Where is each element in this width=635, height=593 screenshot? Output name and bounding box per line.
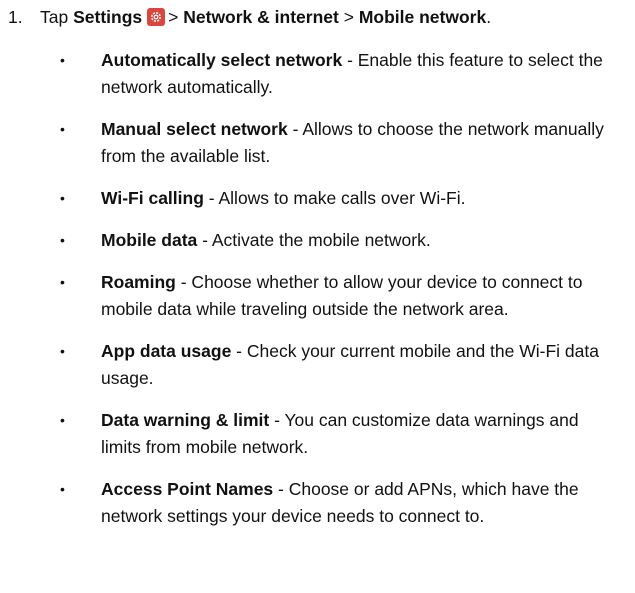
list-item: • Automatically select network - Enable …	[0, 47, 635, 101]
bullet-point: •	[60, 52, 65, 68]
list-item: • Data warning & limit - You can customi…	[0, 407, 635, 461]
path-settings: Settings	[73, 7, 143, 27]
path-mobile-network: Mobile network	[358, 7, 487, 27]
bullet-point: •	[60, 232, 65, 248]
option-title: Mobile data	[101, 230, 198, 250]
option-list: • Automatically select network - Enable …	[0, 47, 635, 545]
path-separator-1: >	[168, 7, 179, 27]
option-title: Data warning & limit	[101, 410, 270, 430]
bullet-point: •	[60, 481, 65, 497]
option-title: Manual select network	[101, 119, 288, 139]
list-item: • Roaming - Choose whether to allow your…	[0, 269, 635, 323]
step-end-period: .	[486, 7, 492, 27]
bullet-point: •	[60, 343, 65, 359]
bullet-point: •	[60, 190, 65, 206]
step-instruction: Tap Settings > Network & internet > Mobil…	[40, 4, 491, 31]
step-prefix: Tap	[40, 7, 69, 27]
option-title: Automatically select network	[101, 50, 343, 70]
option-title: Wi-Fi calling	[101, 188, 204, 208]
list-item: • Manual select network - Allows to choo…	[0, 116, 635, 170]
option-description: - Activate the mobile network.	[197, 230, 431, 250]
step-number: 1.	[8, 7, 23, 27]
list-item: • Access Point Names - Choose or add APN…	[0, 476, 635, 530]
list-item: • Mobile data - Activate the mobile netw…	[0, 227, 635, 254]
list-item: • App data usage - Check your current mo…	[0, 338, 635, 392]
bullet-point: •	[60, 121, 65, 137]
option-title: App data usage	[101, 341, 232, 361]
path-separator-2: >	[343, 7, 354, 27]
option-title: Roaming	[101, 272, 176, 292]
settings-gear-icon	[147, 8, 166, 26]
bullet-point: •	[60, 412, 65, 428]
list-item: • Wi-Fi calling - Allows to make calls o…	[0, 185, 635, 212]
option-description: - Allows to make calls over Wi-Fi.	[203, 188, 466, 208]
bullet-point: •	[60, 274, 65, 290]
path-network-internet: Network & internet	[183, 7, 339, 27]
option-title: Access Point Names	[101, 479, 274, 499]
